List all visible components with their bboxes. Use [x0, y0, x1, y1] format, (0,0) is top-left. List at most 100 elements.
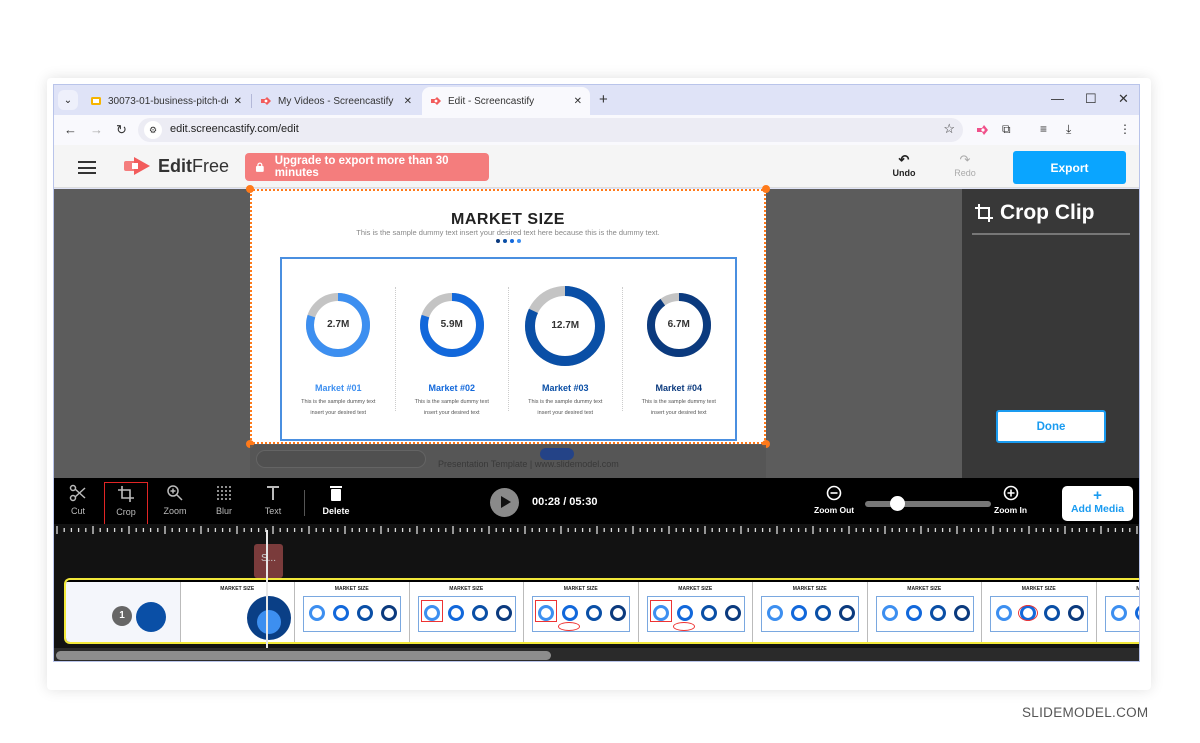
hamburger-menu-icon[interactable] — [78, 161, 96, 174]
crop-tool[interactable]: Crop — [104, 482, 148, 526]
thumb-title: MARKET SIZE — [678, 586, 713, 592]
close-window-button[interactable]: ✕ — [1118, 91, 1129, 107]
delete-button[interactable]: Delete — [314, 484, 358, 516]
clip-thumbnail[interactable]: MARKET SIZE — [180, 582, 295, 642]
thumb-donut — [610, 605, 626, 621]
slider-knob[interactable] — [889, 496, 905, 511]
cut-tool[interactable]: Cut — [56, 484, 100, 516]
thumb-donut — [495, 605, 512, 621]
text-tool[interactable]: Text — [251, 484, 295, 516]
blur-tool[interactable]: Blur — [202, 484, 246, 516]
timecode: 00:28 / 05:30 — [532, 496, 598, 508]
tab-search-button[interactable]: ⌄ — [58, 90, 78, 110]
market-value: 12.7M — [551, 320, 580, 331]
scrollbar-thumb[interactable] — [56, 651, 551, 660]
clip-thumbnail[interactable]: MARKET SIZE — [753, 582, 868, 642]
clip-thumbnail[interactable]: MARKET SIZE — [295, 582, 410, 642]
desc-line: insert your desired text — [310, 410, 367, 416]
export-button[interactable]: Export — [1013, 151, 1126, 184]
undo-button[interactable]: ↶ Undo — [884, 152, 924, 178]
market-card: 6.7M Market #04 This is the sample dummy t… — [623, 287, 736, 416]
zoom-label: Zoom — [163, 506, 187, 516]
clip-thumbnail[interactable]: MARKET SIZE — [867, 582, 982, 642]
market-name: Market #03 — [541, 383, 589, 393]
back-button[interactable]: ← — [64, 122, 77, 137]
close-tab-icon[interactable]: ✕ — [574, 96, 582, 107]
zoom-icon — [167, 485, 183, 501]
undo-icon: ↶ — [898, 152, 910, 167]
redo-label: Redo — [954, 168, 976, 178]
video-clip-strip[interactable]: 1 MARKET SIZE MARKET SIZE MARKET SIZE MARKET… — [64, 578, 1139, 644]
tab-pitch-deck[interactable]: 30073-01-business-pitch-deck- ✕ — [82, 87, 250, 115]
redo-button[interactable]: ↷ Redo — [945, 152, 985, 178]
desc-line: This is the sample dummy text — [528, 399, 603, 405]
reading-list-icon[interactable]: ≡ — [1040, 122, 1047, 136]
timeline-ruler[interactable] — [54, 524, 1139, 536]
highlight-rectangle — [420, 600, 443, 622]
timeline-marker[interactable]: S... — [254, 544, 283, 578]
bookmark-star-icon[interactable]: ☆ — [943, 121, 955, 137]
tab-edit[interactable]: Edit - Screencastify ✕ — [422, 87, 590, 115]
app-header: EditFree Upgrade to export more than 30 … — [54, 145, 1139, 188]
thumb-donut — [791, 605, 807, 621]
thumb-donut — [905, 605, 922, 621]
url-text[interactable]: edit.screencastify.com/edit — [170, 123, 299, 135]
highlight-oval — [558, 622, 580, 631]
undo-label: Undo — [892, 168, 916, 178]
clip-thumbnail[interactable]: MARKET SIZE — [409, 582, 524, 642]
download-icon[interactable]: ⤓ — [1066, 122, 1071, 137]
address-bar[interactable]: ⚙ edit.screencastify.com/edit ☆ — [138, 118, 963, 142]
done-button[interactable]: Done — [996, 410, 1106, 443]
clip-thumbnail[interactable]: MARKET SIZE — [524, 582, 639, 642]
logo-text-light: Free — [192, 155, 230, 176]
tab-title: 30073-01-business-pitch-deck- — [108, 95, 228, 107]
thumb-donut — [881, 605, 898, 621]
market-name: Market #02 — [428, 383, 476, 393]
timeline-zoom-slider[interactable] — [865, 496, 991, 511]
crop-region[interactable]: MARKET SIZE This is the sample dummy tex… — [250, 189, 766, 444]
zoom-tool[interactable]: Zoom — [153, 484, 197, 516]
new-tab-button[interactable]: + — [599, 91, 608, 108]
minimize-button[interactable]: — — [1051, 91, 1064, 106]
zoom-out-label: Zoom Out — [814, 505, 855, 515]
playhead[interactable] — [266, 530, 268, 661]
add-media-button[interactable]: + Add Media — [1062, 486, 1133, 521]
crop-label: Crop — [116, 507, 136, 517]
markets-panel: 2.7M Market #01 This is the sample dummy t… — [280, 257, 737, 441]
upgrade-banner[interactable]: Upgrade to export more than 30 minutes — [245, 153, 489, 181]
clip-thumbnail[interactable]: MARKET SIZE — [982, 582, 1097, 642]
menu-kebab-icon[interactable]: ⋮ — [1119, 122, 1131, 136]
clip-thumbnail[interactable]: MARKET SIZE — [638, 582, 753, 642]
editfree-logo: EditFree — [124, 154, 229, 178]
close-tab-icon[interactable]: ✕ — [234, 96, 242, 107]
thumb-title: MARKET SIZE — [1021, 586, 1056, 592]
editor-stage: MARKET SIZE This is the sample dummy tex… — [54, 185, 962, 478]
crop-handle-top-right[interactable] — [762, 185, 770, 193]
thumb-donut — [996, 605, 1012, 621]
slidemodel-watermark: SLIDEMODEL.COM — [1022, 705, 1149, 720]
clip-thumbnail[interactable]: MARKET SIZE — [1096, 582, 1139, 642]
tab-my-videos[interactable]: My Videos - Screencastify ✕ — [252, 87, 420, 115]
play-button[interactable] — [490, 488, 519, 517]
crop-panel-title: Crop Clip — [974, 201, 1095, 225]
clip-thumbnail[interactable]: 1 — [66, 582, 181, 642]
screencastify-icon — [261, 97, 271, 105]
desc-line: insert your desired text — [650, 410, 707, 416]
thumb-panel — [532, 596, 630, 632]
market-value: 2.7M — [327, 319, 350, 330]
zoom-out-button[interactable]: Zoom Out — [814, 485, 854, 515]
crop-handle-top-left[interactable] — [246, 185, 254, 193]
thumb-donut — [767, 605, 783, 621]
forward-button[interactable]: → — [90, 122, 103, 137]
screencastify-extension-icon[interactable] — [976, 124, 989, 136]
thumb-panel — [303, 596, 401, 632]
thumb-donut — [1068, 605, 1084, 621]
maximize-button[interactable]: ☐ — [1085, 91, 1097, 107]
close-tab-icon[interactable]: ✕ — [404, 96, 412, 107]
site-info-icon[interactable]: ⚙ — [144, 121, 162, 139]
reload-button[interactable]: ↻ — [116, 122, 127, 138]
zoom-in-button[interactable]: Zoom In — [994, 485, 1027, 515]
horizontal-scrollbar[interactable] — [54, 648, 1139, 661]
thumb-donut — [357, 605, 373, 621]
extensions-icon[interactable]: ⧉ — [1002, 122, 1011, 137]
